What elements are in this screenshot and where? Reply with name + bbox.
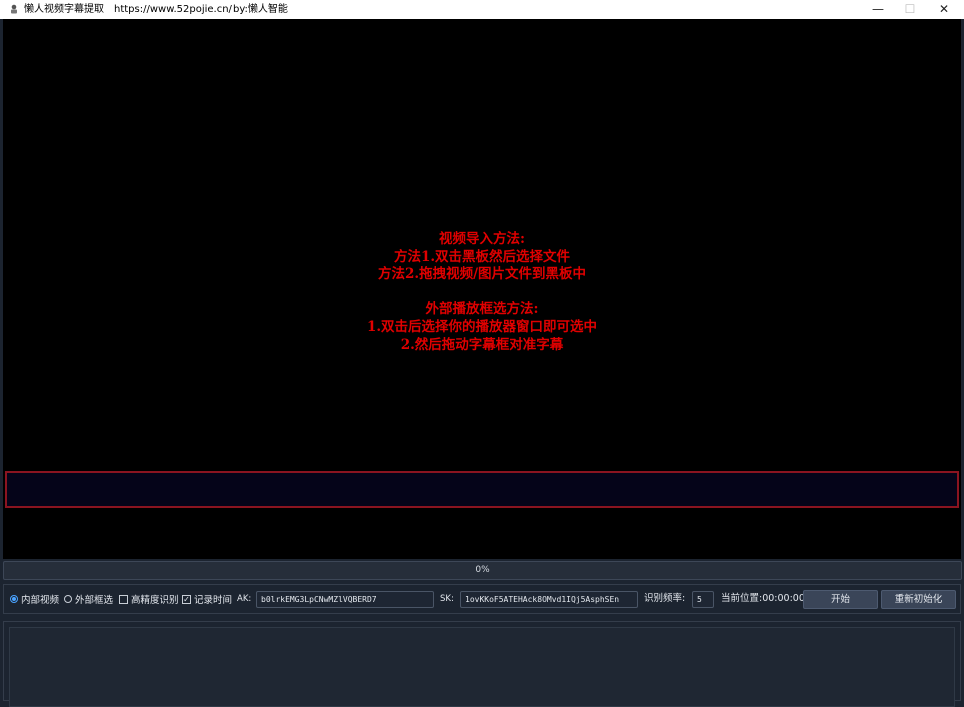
instruction-line [3, 284, 961, 302]
position-label: 当前位置:00:00:00 [721, 593, 805, 604]
ak-label: AK: [237, 594, 252, 604]
instruction-line: 视频导入方法: [439, 231, 525, 247]
log-output[interactable] [9, 627, 955, 707]
high-precision-checkbox[interactable]: 高精度识别 [119, 585, 179, 613]
ak-input[interactable]: b0lrkEMG3LpCNwMZlVQBERD7 [256, 591, 434, 608]
frequency-label: 识别频率: [644, 593, 686, 604]
close-button[interactable]: ✕ [929, 0, 959, 19]
frequency-input[interactable]: 5 [692, 591, 714, 608]
high-precision-label: 高精度识别 [131, 595, 179, 606]
instruction-line: 方法2.拖拽视频/图片文件到黑板中 [377, 266, 587, 283]
progress-label: 0% [475, 565, 490, 575]
sk-label: SK: [440, 594, 454, 604]
checkbox-icon [119, 594, 128, 604]
window-author: by:懒人智能 [233, 4, 288, 15]
radio-icon [64, 595, 72, 603]
control-panel: 内部视频 外部框选 高精度识别 ✓ 记录时间 AK: b0lrkEMG3LpCN… [3, 584, 961, 614]
record-time-label: 记录时间 [194, 595, 233, 606]
instructions: 视频导入方法: 方法1.双击黑板然后选择文件 方法2.拖拽视频/图片文件到黑板中… [3, 231, 961, 354]
mode-external-label: 外部框选 [75, 595, 114, 606]
log-panel [3, 621, 961, 707]
instruction-line: 外部播放框选方法: [425, 301, 539, 318]
window-url: https://www.52pojie.cn/ [114, 4, 232, 15]
mode-internal-radio[interactable]: 内部视频 [10, 585, 59, 613]
instruction-line: 2.然后拖动字幕框对准字幕 [400, 336, 564, 353]
instruction-line: 方法1.双击黑板然后选择文件 [393, 248, 571, 265]
record-time-checkbox[interactable]: ✓ 记录时间 [182, 585, 232, 613]
app-icon [11, 4, 17, 14]
reinit-button[interactable]: 重新初始化 [881, 590, 956, 609]
checkbox-checked-icon: ✓ [182, 594, 191, 604]
video-board[interactable]: 视频导入方法: 方法1.双击黑板然后选择文件 方法2.拖拽视频/图片文件到黑板中… [3, 19, 961, 559]
progress-bar: 0% [3, 561, 962, 580]
sk-input[interactable]: 1ovKKoF5ATEHAck8OMvd1IQj5AsphSEn [460, 591, 638, 608]
minimize-button[interactable]: — [863, 0, 893, 19]
instruction-line: 1.双击后选择你的播放器窗口即可选中 [366, 318, 598, 335]
start-button[interactable]: 开始 [803, 590, 878, 609]
maximize-button[interactable]: ☐ [895, 0, 925, 19]
title-bar: 懒人视频字幕提取 https://www.52pojie.cn/ by:懒人智能… [0, 0, 964, 19]
window-title: 懒人视频字幕提取 [24, 4, 104, 15]
mode-internal-label: 内部视频 [21, 595, 60, 606]
mode-external-radio[interactable]: 外部框选 [64, 585, 113, 613]
radio-selected-icon [10, 595, 18, 603]
subtitle-frame[interactable] [5, 471, 959, 508]
